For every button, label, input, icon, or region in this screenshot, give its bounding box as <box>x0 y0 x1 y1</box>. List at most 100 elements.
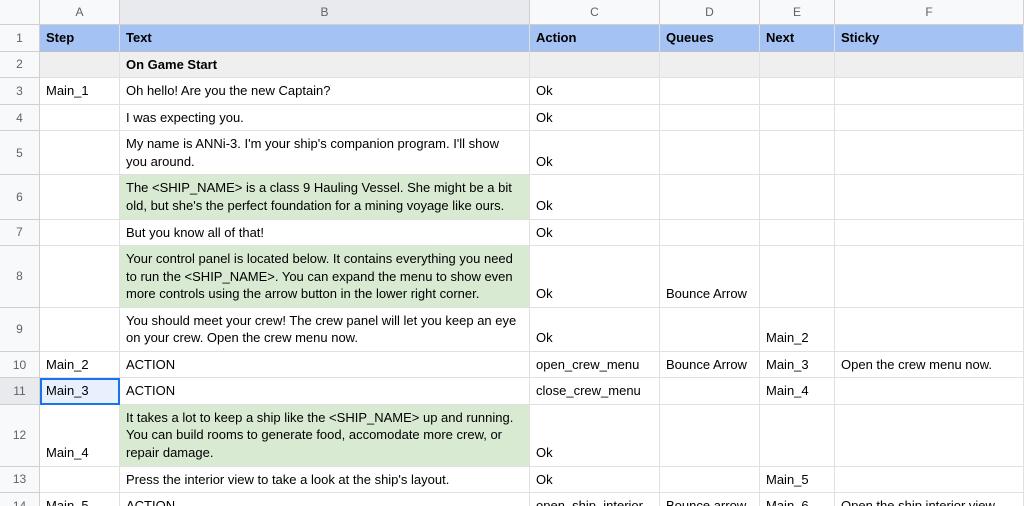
cell-6-D[interactable] <box>660 175 760 219</box>
row-header-7[interactable]: 7 <box>0 220 40 247</box>
cell-8-A[interactable] <box>40 246 120 308</box>
row-header-1[interactable]: 1 <box>0 25 40 52</box>
cell-3-E[interactable] <box>760 78 835 105</box>
col-header-B[interactable]: B <box>120 0 530 25</box>
cell-2-A[interactable] <box>40 52 120 79</box>
col-header-C[interactable]: C <box>530 0 660 25</box>
spreadsheet-grid[interactable]: ABCDEF1StepTextActionQueuesNextSticky2On… <box>0 0 1024 506</box>
cell-10-D[interactable]: Bounce Arrow <box>660 352 760 379</box>
row-header-9[interactable]: 9 <box>0 308 40 352</box>
cell-13-A[interactable] <box>40 467 120 494</box>
cell-14-B[interactable]: ACTION <box>120 493 530 506</box>
cell-13-B[interactable]: Press the interior view to take a look a… <box>120 467 530 494</box>
cell-2-C[interactable] <box>530 52 660 79</box>
cell-2-F[interactable] <box>835 52 1024 79</box>
cell-11-F[interactable] <box>835 378 1024 405</box>
cell-3-C[interactable]: Ok <box>530 78 660 105</box>
cell-13-C[interactable]: Ok <box>530 467 660 494</box>
row-header-5[interactable]: 5 <box>0 131 40 175</box>
cell-12-E[interactable] <box>760 405 835 467</box>
cell-4-B[interactable]: I was expecting you. <box>120 105 530 132</box>
cell-4-F[interactable] <box>835 105 1024 132</box>
header-cell-A[interactable]: Step <box>40 25 120 52</box>
cell-9-C[interactable]: Ok <box>530 308 660 352</box>
col-header-A[interactable]: A <box>40 0 120 25</box>
cell-7-B[interactable]: But you know all of that! <box>120 220 530 247</box>
cell-13-F[interactable] <box>835 467 1024 494</box>
cell-11-C[interactable]: close_crew_menu <box>530 378 660 405</box>
row-header-13[interactable]: 13 <box>0 467 40 494</box>
col-header-F[interactable]: F <box>835 0 1024 25</box>
cell-8-D[interactable]: Bounce Arrow <box>660 246 760 308</box>
cell-12-F[interactable] <box>835 405 1024 467</box>
cell-12-B[interactable]: It takes a lot to keep a ship like the <… <box>120 405 530 467</box>
header-cell-E[interactable]: Next <box>760 25 835 52</box>
cell-5-A[interactable] <box>40 131 120 175</box>
col-header-E[interactable]: E <box>760 0 835 25</box>
row-header-10[interactable]: 10 <box>0 352 40 379</box>
cell-6-F[interactable] <box>835 175 1024 219</box>
cell-6-B[interactable]: The <SHIP_NAME> is a class 9 Hauling Ves… <box>120 175 530 219</box>
cell-14-F[interactable]: Open the ship interior view. <box>835 493 1024 506</box>
cell-5-B[interactable]: My name is ANNi-3. I'm your ship's compa… <box>120 131 530 175</box>
cell-2-D[interactable] <box>660 52 760 79</box>
cell-14-D[interactable]: Bounce arrow <box>660 493 760 506</box>
cell-5-D[interactable] <box>660 131 760 175</box>
cell-14-C[interactable]: open_ship_interior <box>530 493 660 506</box>
row-header-2[interactable]: 2 <box>0 52 40 79</box>
row-header-4[interactable]: 4 <box>0 105 40 132</box>
corner-cell[interactable] <box>0 0 40 25</box>
cell-10-F[interactable]: Open the crew menu now. <box>835 352 1024 379</box>
cell-5-F[interactable] <box>835 131 1024 175</box>
cell-7-F[interactable] <box>835 220 1024 247</box>
cell-4-E[interactable] <box>760 105 835 132</box>
cell-12-C[interactable]: Ok <box>530 405 660 467</box>
cell-2-E[interactable] <box>760 52 835 79</box>
cell-7-A[interactable] <box>40 220 120 247</box>
cell-13-E[interactable]: Main_5 <box>760 467 835 494</box>
cell-3-D[interactable] <box>660 78 760 105</box>
col-header-D[interactable]: D <box>660 0 760 25</box>
cell-8-F[interactable] <box>835 246 1024 308</box>
cell-7-C[interactable]: Ok <box>530 220 660 247</box>
cell-6-E[interactable] <box>760 175 835 219</box>
cell-8-E[interactable] <box>760 246 835 308</box>
header-cell-D[interactable]: Queues <box>660 25 760 52</box>
cell-3-F[interactable] <box>835 78 1024 105</box>
cell-9-F[interactable] <box>835 308 1024 352</box>
row-header-8[interactable]: 8 <box>0 246 40 308</box>
cell-8-B[interactable]: Your control panel is located below. It … <box>120 246 530 308</box>
cell-6-A[interactable] <box>40 175 120 219</box>
cell-6-C[interactable]: Ok <box>530 175 660 219</box>
cell-3-B[interactable]: Oh hello! Are you the new Captain? <box>120 78 530 105</box>
cell-9-A[interactable] <box>40 308 120 352</box>
row-header-11[interactable]: 11 <box>0 378 40 405</box>
cell-9-D[interactable] <box>660 308 760 352</box>
header-cell-F[interactable]: Sticky <box>835 25 1024 52</box>
cell-10-C[interactable]: open_crew_menu <box>530 352 660 379</box>
cell-11-E[interactable]: Main_4 <box>760 378 835 405</box>
cell-7-E[interactable] <box>760 220 835 247</box>
cell-8-C[interactable]: Ok <box>530 246 660 308</box>
cell-10-B[interactable]: ACTION <box>120 352 530 379</box>
cell-10-E[interactable]: Main_3 <box>760 352 835 379</box>
cell-3-A[interactable]: Main_1 <box>40 78 120 105</box>
cell-2-B[interactable]: On Game Start <box>120 52 530 79</box>
cell-5-E[interactable] <box>760 131 835 175</box>
cell-11-A[interactable]: Main_3 <box>40 378 120 405</box>
row-header-6[interactable]: 6 <box>0 175 40 219</box>
row-header-3[interactable]: 3 <box>0 78 40 105</box>
cell-14-E[interactable]: Main_6 <box>760 493 835 506</box>
cell-11-B[interactable]: ACTION <box>120 378 530 405</box>
cell-14-A[interactable]: Main_5 <box>40 493 120 506</box>
row-header-12[interactable]: 12 <box>0 405 40 467</box>
cell-11-D[interactable] <box>660 378 760 405</box>
cell-12-A[interactable]: Main_4 <box>40 405 120 467</box>
cell-4-C[interactable]: Ok <box>530 105 660 132</box>
cell-12-D[interactable] <box>660 405 760 467</box>
cell-5-C[interactable]: Ok <box>530 131 660 175</box>
cell-9-E[interactable]: Main_2 <box>760 308 835 352</box>
cell-7-D[interactable] <box>660 220 760 247</box>
cell-4-A[interactable] <box>40 105 120 132</box>
cell-9-B[interactable]: You should meet your crew! The crew pane… <box>120 308 530 352</box>
